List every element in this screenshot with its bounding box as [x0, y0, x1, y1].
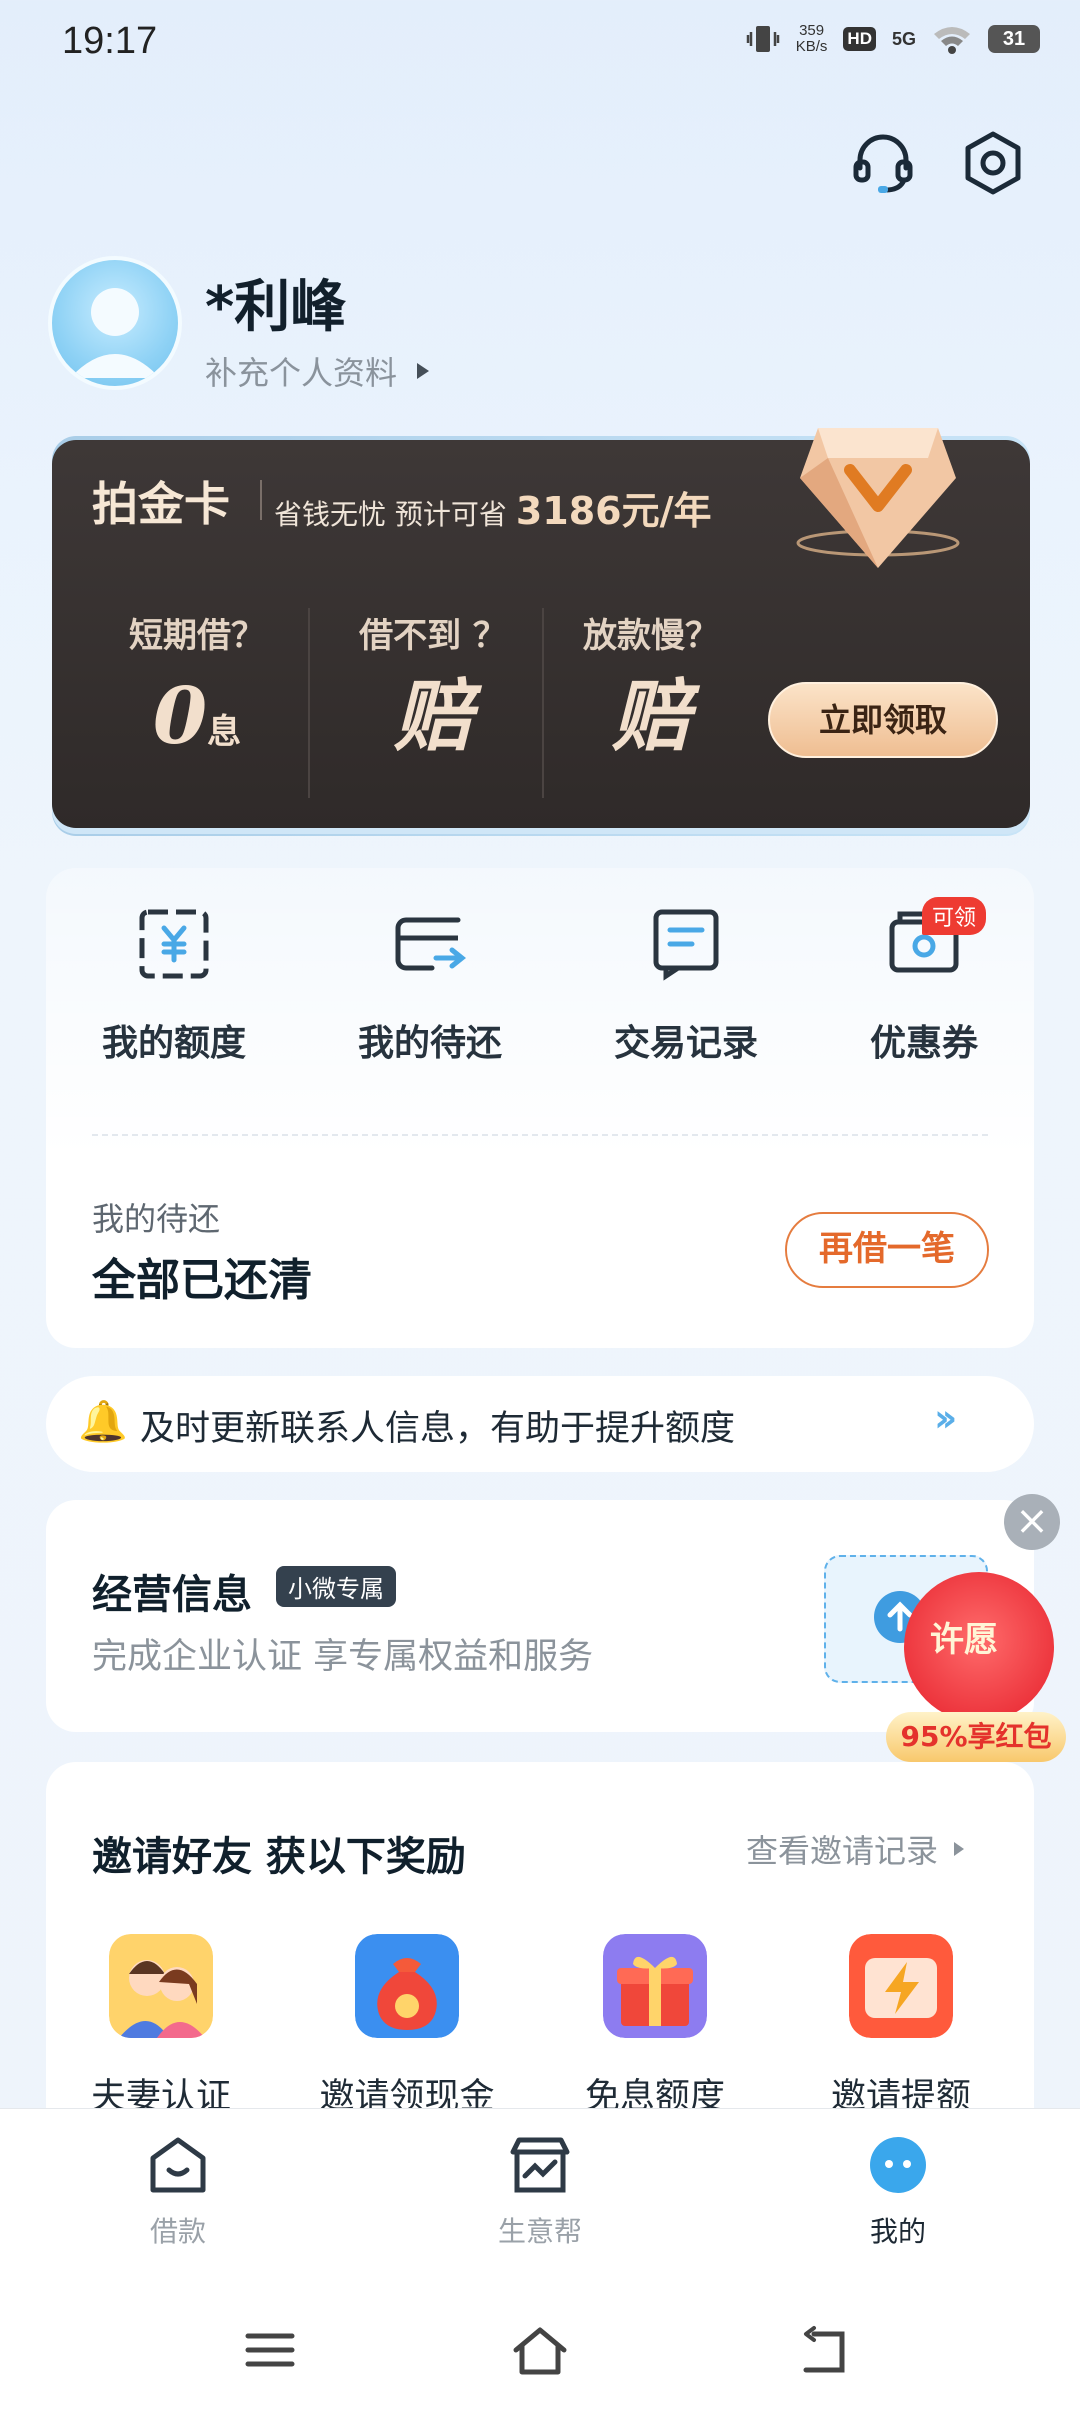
money-bag-icon [355, 1934, 459, 2038]
card-title-divider [260, 480, 262, 520]
coupon-claimable-badge: 可领 [922, 897, 987, 935]
business-title: 经营信息 [92, 1572, 252, 1618]
hd-badge: HD [843, 27, 876, 51]
wish-label: 许愿 [930, 1620, 998, 1660]
tab-loan[interactable]: 借款 [78, 2132, 278, 2250]
me-icon [870, 2137, 926, 2193]
card-benefit-approval: 借不到 ？ 赔 [359, 616, 507, 762]
business-tag: 小微专属 [276, 1566, 396, 1607]
reward-couple-verify[interactable]: 夫妻认证 [46, 1934, 276, 2119]
card-column-divider [308, 608, 310, 798]
headset-icon[interactable] [848, 128, 918, 198]
reward-invite-raise[interactable]: 邀请提额 [786, 1934, 1016, 2119]
bell-icon: 🔔 [78, 1399, 128, 1445]
double-chevron-icon[interactable]: ›› [934, 1396, 958, 1440]
card-benefit-speed: 放款慢？ 赔 [583, 616, 719, 762]
tab-business[interactable]: 生意帮 [440, 2132, 640, 2250]
invite-records-label: 查看邀请记录 [746, 1832, 939, 1870]
avatar[interactable] [48, 256, 182, 390]
repayment-label: 我的待还 [92, 1200, 221, 1238]
status-icons: 359 KB/s HD 5G 31 [746, 22, 1040, 56]
claim-button[interactable]: 立即领取 [768, 682, 998, 758]
business-subtitle: 完成企业认证 享专属权益和服务 [92, 1637, 594, 1677]
panel-divider [92, 1134, 988, 1136]
home-nav-icon[interactable] [510, 2320, 570, 2380]
repay-card-icon [395, 917, 467, 971]
battery-indicator: 31 [988, 25, 1040, 53]
card-benefit-interest: 短期借？ 0息 [129, 616, 265, 762]
vibrate-icon [746, 26, 779, 52]
invite-records-link[interactable]: 查看邀请记录 [746, 1826, 966, 1872]
network-speed: 359 KB/s [795, 22, 828, 55]
tab-me[interactable]: 我的 [798, 2132, 998, 2250]
user-name: *利峰 [205, 275, 347, 340]
yuan-wallet-icon [139, 909, 209, 979]
menu-nav-icon[interactable] [240, 2320, 300, 2380]
triangle-right-icon [954, 1842, 965, 1856]
v-gem-icon [796, 428, 960, 568]
card-subtitle: 省钱无忧 预计可省 3186元/年 [274, 489, 712, 533]
borrow-again-button[interactable]: 再借一笔 [785, 1212, 989, 1288]
gift-box-icon [603, 1934, 707, 2038]
business-icon [510, 2137, 570, 2193]
card-title: 拍金卡 [92, 477, 230, 531]
complete-profile-link[interactable]: 补充个人资料 [205, 348, 431, 394]
record-icon [653, 909, 719, 981]
complete-profile-label: 补充个人资料 [205, 354, 398, 392]
wifi-icon [934, 27, 970, 54]
status-time: 19:17 [62, 20, 158, 62]
network-type: 5G [891, 28, 916, 49]
repayment-status: 全部已还清 [92, 1255, 312, 1306]
close-icon[interactable]: × [1004, 1494, 1060, 1550]
card-savings: 3186元/年 [515, 489, 712, 533]
quick-action-my-repayment[interactable]: 我的待还 [320, 906, 540, 1066]
triangle-right-icon [417, 363, 430, 379]
reward-invite-cash[interactable]: 邀请领现金 [292, 1934, 522, 2119]
quick-action-my-quota[interactable]: 我的额度 [64, 906, 284, 1066]
back-nav-icon[interactable] [794, 2320, 854, 2380]
invite-title: 邀请好友 获以下奖励 [92, 1834, 466, 1880]
quick-action-transactions[interactable]: 交易记录 [576, 906, 796, 1066]
notice-text: 及时更新联系人信息，有助于提升额度 [140, 1409, 736, 1449]
avatar-person-icon [70, 288, 160, 378]
settings-icon[interactable] [958, 128, 1028, 198]
lightning-icon [849, 1934, 953, 2038]
wish-red-packet-pill[interactable]: 95%享红包 [886, 1712, 1066, 1762]
couple-icon [109, 1934, 213, 2038]
loan-icon [150, 2137, 206, 2193]
reward-interest-free[interactable]: 免息额度 [540, 1934, 770, 2119]
